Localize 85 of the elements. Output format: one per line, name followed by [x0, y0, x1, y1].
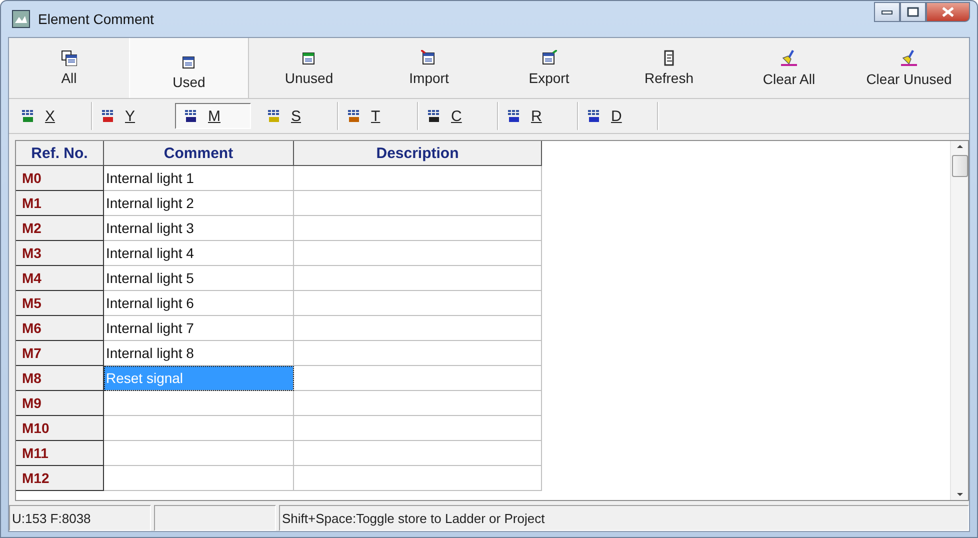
comment-cell[interactable] — [104, 416, 294, 441]
ref-cell: M6 — [16, 316, 104, 341]
ref-cell: M0 — [16, 166, 104, 191]
ref-cell: M3 — [16, 241, 104, 266]
description-cell[interactable] — [294, 166, 542, 191]
toolbar-button[interactable]: Used — [129, 38, 249, 98]
ref-cell: M10 — [16, 416, 104, 441]
grid-icon — [21, 109, 35, 123]
status-text: U:153 F:8038 — [9, 505, 151, 531]
toolbar-button[interactable]: Clear Unused — [849, 38, 969, 98]
column-header[interactable]: Ref. No. — [16, 141, 104, 166]
grid-icon — [427, 109, 441, 123]
windows-icon — [61, 50, 77, 66]
toolbar-button[interactable]: Refresh — [609, 38, 729, 98]
list-window-icon — [301, 50, 317, 66]
filter-button[interactable]: Y — [93, 103, 171, 129]
description-cell[interactable] — [294, 341, 542, 366]
comment-cell[interactable] — [104, 466, 294, 491]
brush-icon — [780, 49, 798, 67]
ref-cell: M7 — [16, 341, 104, 366]
ref-cell: M11 — [16, 441, 104, 466]
ref-cell: M1 — [16, 191, 104, 216]
brush-icon — [900, 49, 918, 67]
description-cell[interactable] — [294, 391, 542, 416]
toolbar-button[interactable]: All — [9, 38, 129, 98]
description-cell[interactable] — [294, 441, 542, 466]
description-cell[interactable] — [294, 266, 542, 291]
ref-cell: M2 — [16, 216, 104, 241]
ref-cell: M8 — [16, 366, 104, 391]
comment-cell[interactable]: Internal light 2 — [104, 191, 294, 216]
description-cell[interactable] — [294, 316, 542, 341]
window-title: Element Comment — [38, 11, 155, 27]
comment-cell[interactable]: Internal light 8 — [104, 341, 294, 366]
grid-icon — [267, 109, 281, 123]
maximize-icon — [907, 7, 919, 17]
comment-cell[interactable]: Internal light 4 — [104, 241, 294, 266]
list-window-icon — [541, 50, 557, 66]
description-cell[interactable] — [294, 466, 542, 491]
minimize-icon — [881, 9, 893, 15]
ref-cell: M5 — [16, 291, 104, 316]
grid-icon — [184, 109, 198, 123]
status-text: Shift+Space:Toggle store to Ladder or Project — [279, 505, 969, 531]
comment-cell[interactable]: Internal light 1 — [104, 166, 294, 191]
close-icon — [942, 7, 954, 17]
column-header[interactable]: Comment — [104, 141, 294, 166]
description-cell[interactable] — [294, 366, 542, 391]
filter-button[interactable]: X — [13, 103, 91, 129]
maximize-button[interactable] — [900, 2, 926, 22]
toolbar-button[interactable]: Export — [489, 38, 609, 98]
comment-cell[interactable]: Internal light 5 — [104, 266, 294, 291]
ref-cell: M4 — [16, 266, 104, 291]
comment-cell[interactable]: Internal light 6 — [104, 291, 294, 316]
description-cell[interactable] — [294, 291, 542, 316]
ref-cell: M9 — [16, 391, 104, 416]
toolbar-button[interactable]: Import — [369, 38, 489, 98]
app-icon — [12, 10, 30, 28]
close-button[interactable] — [926, 2, 970, 22]
toolbar-button[interactable]: Unused — [249, 38, 369, 98]
comment-cell[interactable] — [104, 391, 294, 416]
scrollbar[interactable] — [950, 141, 968, 500]
filter-button[interactable]: D — [579, 103, 657, 129]
grid-icon — [101, 109, 115, 123]
grid-icon — [587, 109, 601, 123]
description-cell[interactable] — [294, 416, 542, 441]
list-window-icon — [181, 54, 197, 70]
scroll-thumb[interactable] — [952, 155, 968, 177]
filter-button[interactable]: C — [419, 103, 497, 129]
filter-button[interactable]: R — [499, 103, 577, 129]
filter-button[interactable]: T — [339, 103, 417, 129]
description-cell[interactable] — [294, 216, 542, 241]
column-header[interactable]: Description — [294, 141, 542, 166]
minimize-button[interactable] — [874, 2, 900, 22]
document-icon — [662, 50, 676, 66]
toolbar-button[interactable]: Clear All — [729, 38, 849, 98]
grid-icon — [347, 109, 361, 123]
comment-cell[interactable] — [104, 441, 294, 466]
grid-icon — [507, 109, 521, 123]
description-cell[interactable] — [294, 191, 542, 216]
comment-cell[interactable]: Internal light 3 — [104, 216, 294, 241]
description-cell[interactable] — [294, 241, 542, 266]
filter-button[interactable]: S — [259, 103, 337, 129]
filter-button[interactable]: M — [175, 103, 251, 129]
comment-cell[interactable]: Internal light 7 — [104, 316, 294, 341]
ref-cell: M12 — [16, 466, 104, 491]
list-window-icon — [421, 50, 437, 66]
